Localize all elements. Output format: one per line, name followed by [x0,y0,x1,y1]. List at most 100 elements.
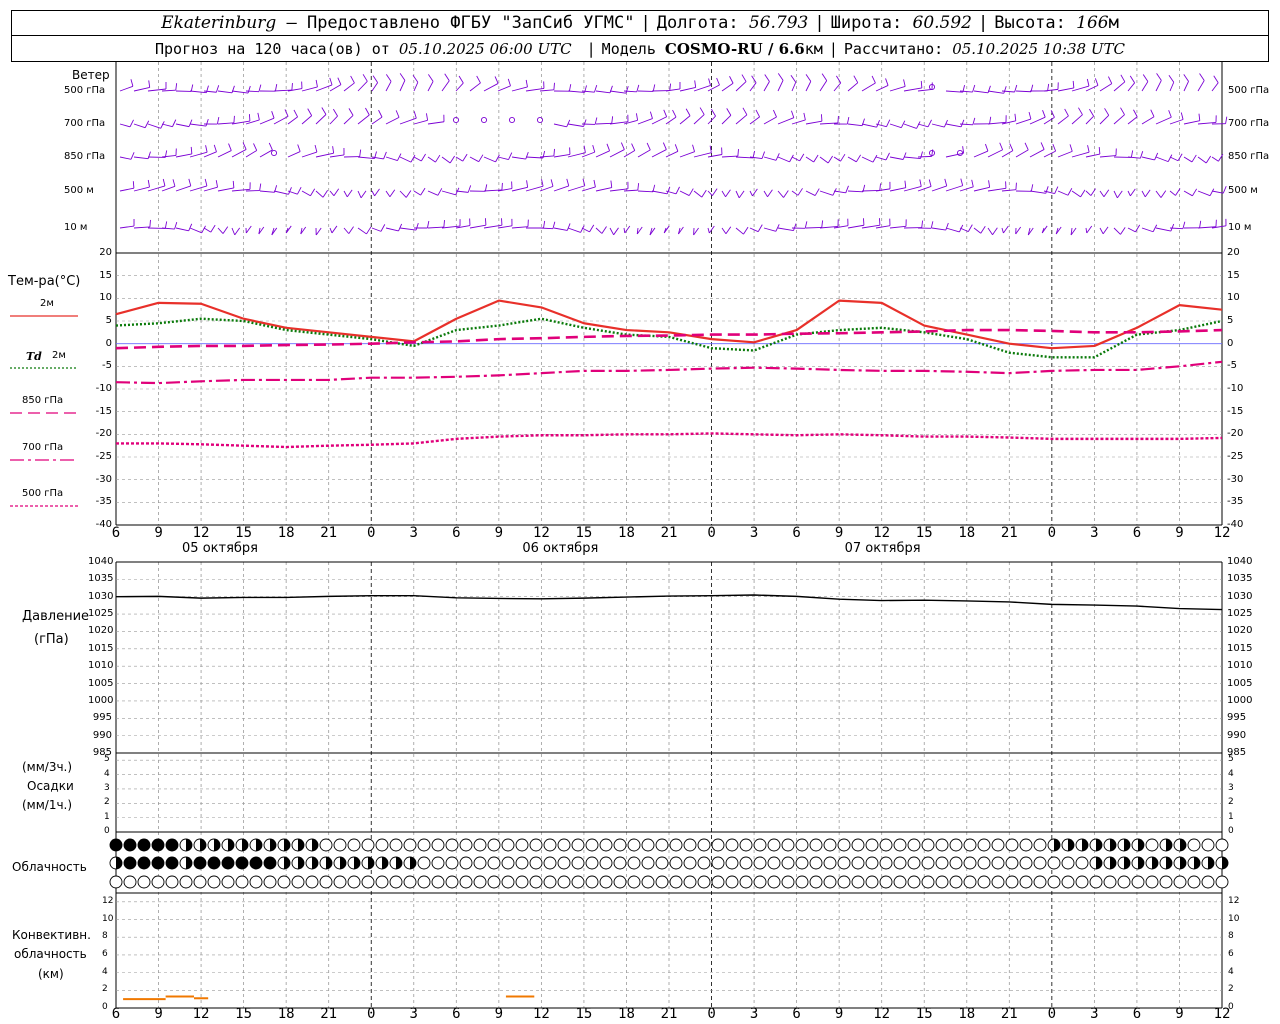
wind-barb-feather [188,223,193,232]
wind-barb-feather [1180,112,1184,120]
cloud-circle [1159,875,1173,889]
wind-calm-circle [270,149,278,157]
wind-barb-feather [293,109,298,118]
wind-barb [539,89,554,92]
wind-barb [161,227,175,230]
wind-barb [1127,116,1138,125]
cloud-circle [403,875,417,889]
cloud-fill [1054,839,1060,851]
temp-tick-left: -5 [102,360,112,372]
meteogram-plot [10,62,1229,1009]
wind-barb [889,187,906,192]
hour-tick-label: 9 [834,525,844,541]
cloud-circle [319,875,333,889]
wind-barb [1183,81,1189,92]
wind-barb [1183,190,1193,197]
wind-barb [931,227,946,231]
cloud-circle [501,856,515,870]
wind-barb [889,86,906,92]
wind-barb-feather [927,119,932,128]
wind-barb-feather [147,179,150,188]
cloud-circle [921,875,935,889]
hour-tick-label: 3 [1090,525,1099,541]
cloud-circle [851,875,865,889]
wind-barb [1169,190,1176,196]
pressure-tick-left: 1005 [88,677,114,689]
wind-barb-feather [1040,142,1045,150]
cloud-fill [1138,839,1144,851]
wind-barb-feather [821,220,824,228]
cloud-fill [1110,839,1116,851]
wind-barb [1043,116,1055,125]
cloud-circle [851,856,865,870]
wind-barb [287,151,301,158]
wind-barb-feather [1098,147,1101,155]
wind-barb-feather [415,222,419,231]
wind-barb [413,82,419,92]
wind-level-label-right: 850 гПа [1228,151,1270,162]
wind-barb-feather [1154,152,1159,161]
wind-barb [273,190,289,195]
wind-barb-feather [508,152,513,160]
cloud-circle [809,838,823,852]
wind-barb-feather [164,221,168,229]
cloud-circle [655,875,669,889]
cloud-circle [809,875,823,889]
wind-barb-feather [1072,80,1075,88]
wind-barb-feather [188,119,193,127]
wind-barb [763,227,776,232]
wind-barb-feather [871,75,876,84]
conv-tick-right: 12 [1228,895,1240,906]
wind-barb-feather [374,188,380,197]
wind-barb [1085,115,1094,125]
cloud-circle [1005,856,1019,870]
wind-barb-feather [210,224,216,233]
wind-barb [161,155,177,158]
wind-barb [651,149,667,158]
wind-barb [469,82,481,92]
wind-barb-feather [188,178,192,187]
temp-tick-left: 20 [99,247,112,258]
precip-tick-left: 3 [104,782,110,793]
wind-barb [497,225,513,229]
wind-barb [1141,156,1155,161]
hour-tick-label: 18 [618,1006,635,1022]
hour-tick-label: 0 [367,525,376,541]
precip-tick-right: 2 [1228,797,1234,808]
wind-barb [245,90,259,93]
wind-barb [1015,118,1032,125]
wind-barb-feather [476,75,481,84]
wind-barb [721,82,734,92]
wind-barb [847,156,857,163]
wind-barb [497,85,511,92]
hour-tick-label: 12 [873,525,891,541]
cloud-circle [487,838,501,852]
wind-barb-feather [543,220,546,229]
cloud-circle [459,875,473,889]
cloud-circle [445,875,459,889]
cloud-circle [515,856,529,870]
hour-tick-label: 21 [320,1006,338,1022]
wind-barb [833,156,841,162]
cloud-circle [123,838,137,852]
wind-barb [777,227,794,232]
hour-tick-label: 12 [192,525,210,541]
temp-title: Тем-ра(°C) [8,274,81,289]
wind-barb [371,82,379,92]
cloud-circle [725,875,739,889]
wind-barb [763,116,777,125]
wind-barb-feather [1198,113,1201,121]
precip-tick-left: 2 [104,797,110,808]
wind-barb [1211,156,1219,162]
wind-barb [1183,120,1200,125]
cloud-circle [725,856,739,870]
cloud-circle [473,856,487,870]
wind-barb [861,156,874,163]
cloud-circle [823,856,837,870]
hour-tick-label: 15 [235,1006,253,1022]
wind-barb [189,227,202,234]
wind-barb-feather [553,148,555,156]
wind-barb-feather [943,119,948,128]
hour-tick-label: 12 [532,525,550,541]
legend-label: 500 гПа [22,488,64,499]
